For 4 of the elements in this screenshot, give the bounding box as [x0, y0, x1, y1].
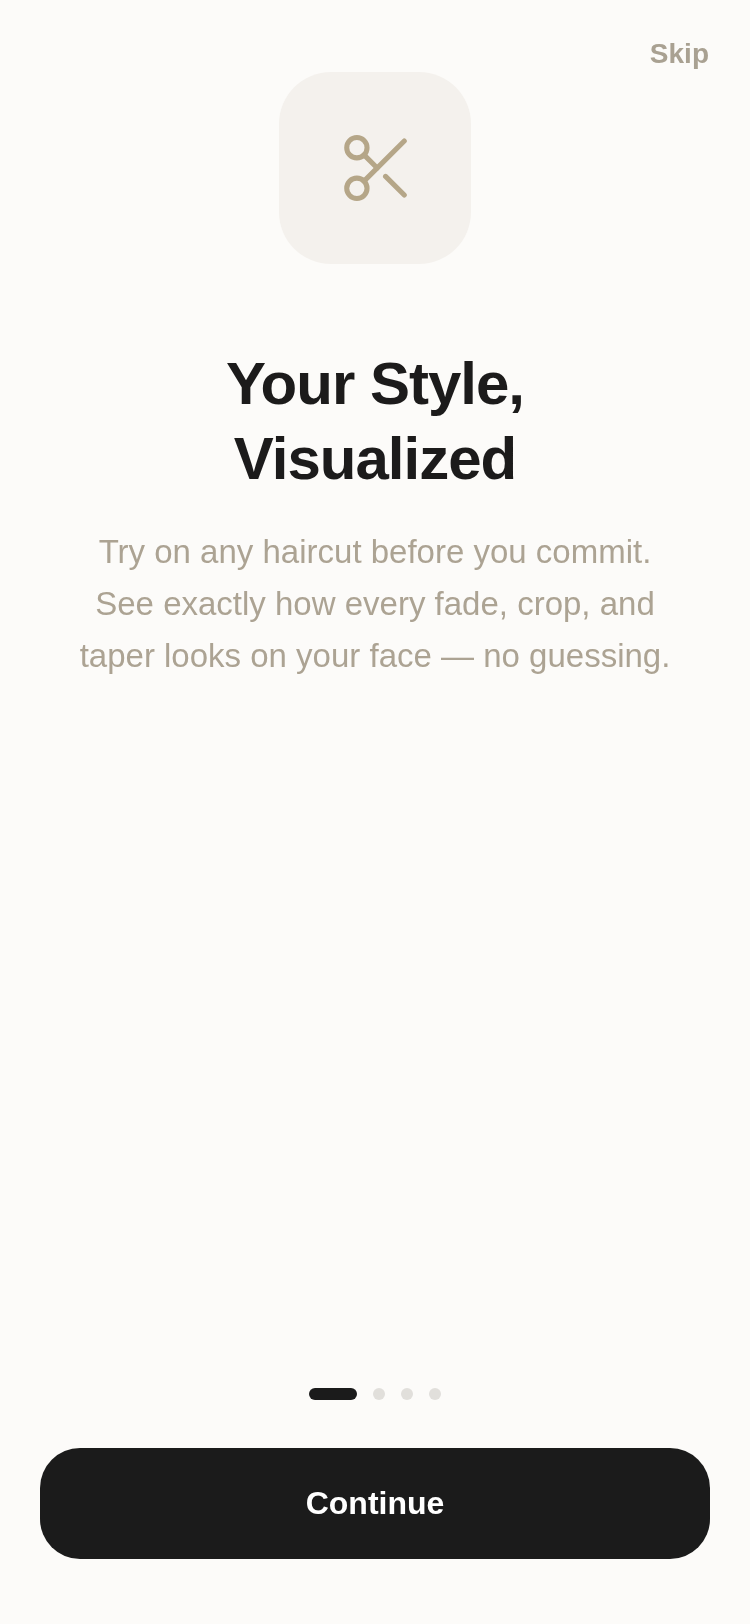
description: Try on any haircut before you commit. See exactly how every fade, crop, and taper looks on your face — no guessing.: [78, 532, 672, 676]
title: Your Style, Visualized: [225, 349, 525, 494]
scissors-icon: [343, 135, 407, 201]
continue-button[interactable]: Continue: [40, 1448, 710, 1559]
